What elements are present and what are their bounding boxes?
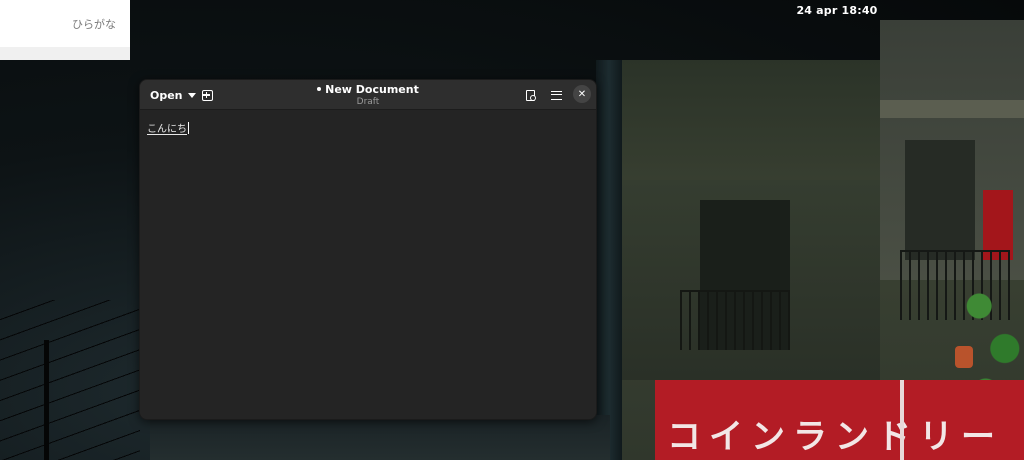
close-button[interactable]: ✕ [573,85,591,103]
editor-preedit-text: こんにち [147,124,187,135]
hamburger-menu-icon [550,90,562,100]
shop-sign-text: コインランドリー [667,417,1003,457]
wallpaper-pole [44,340,49,460]
open-button[interactable]: Open [144,84,202,106]
search-document-icon [525,89,536,101]
wallpaper-lower-building [150,415,610,460]
topbar-clock[interactable]: 24 apr 18:40 [0,4,1024,17]
new-tab-button[interactable] [196,84,218,106]
ime-mode-label: ひらがな [72,18,116,31]
wallpaper-shop-sign: コインランドリー [655,380,1024,460]
wallpaper-lamp [955,346,973,368]
wallpaper-wires [0,300,140,460]
wallpaper-balcony [680,290,790,350]
ime-popup: ひらがな [0,0,130,60]
unsaved-indicator-icon [317,87,322,91]
chevron-down-icon [187,93,196,98]
text-cursor [188,122,189,134]
ime-popup-footer [0,47,130,60]
window-headerbar[interactable]: Open New Document Draft ✕ [140,80,596,110]
wallpaper-window [905,140,975,260]
wallpaper-sign-divider [900,380,904,460]
wallpaper-roof-ledge [880,100,1024,118]
wallpaper-pipe [596,60,622,460]
close-icon: ✕ [577,88,587,100]
clock-label: 24 apr 18:40 [796,4,878,17]
window-title-text: New Document [325,83,419,96]
open-button-label: Open [150,88,183,102]
search-button[interactable] [519,84,541,106]
new-tab-icon [201,89,213,101]
text-editor-area[interactable]: こんにち [140,111,596,419]
text-editor-window: Open New Document Draft ✕ こんにち [139,79,597,420]
main-menu-button[interactable] [545,84,567,106]
